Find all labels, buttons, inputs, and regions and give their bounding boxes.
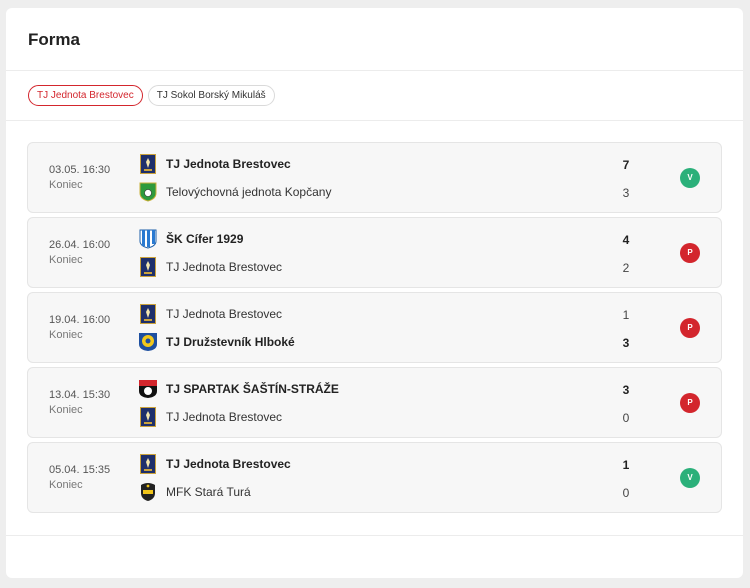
divider bbox=[6, 120, 743, 121]
away-team: TJ Jednota Brestovec bbox=[138, 406, 282, 428]
away-team-name: Telovýchovná jednota Kopčany bbox=[166, 185, 332, 199]
away-team: TJ Jednota Brestovec bbox=[138, 256, 282, 278]
home-score: 4 bbox=[622, 233, 630, 247]
result-badge: V bbox=[680, 468, 700, 488]
brestovec-crest-icon bbox=[138, 304, 158, 324]
match-row[interactable]: 26.04. 16:00 Koniec ŠK Cífer 1929 TJ Jed… bbox=[27, 217, 722, 288]
hlboke-crest-icon bbox=[138, 332, 158, 352]
home-team-name: ŠK Cífer 1929 bbox=[166, 232, 244, 246]
match-list: 03.05. 16:30 Koniec TJ Jednota Brestovec… bbox=[27, 142, 722, 517]
match-row[interactable]: 05.04. 15:35 Koniec TJ Jednota Brestovec… bbox=[27, 442, 722, 513]
section-title: Forma bbox=[28, 30, 80, 49]
divider bbox=[6, 70, 743, 71]
result-badge: P bbox=[680, 243, 700, 263]
brestovec-crest-icon bbox=[138, 154, 158, 174]
away-team-name: TJ Jednota Brestovec bbox=[166, 410, 283, 424]
home-team-name: TJ Jednota Brestovec bbox=[166, 457, 291, 471]
home-team: TJ Jednota Brestovec bbox=[138, 153, 291, 175]
tab-away-team[interactable]: TJ Sokol Borský Mikuláš bbox=[147, 85, 275, 106]
home-team-name: TJ SPARTAK ŠAŠTÍN-STRÁŽE bbox=[166, 382, 339, 396]
brestovec-crest-icon bbox=[138, 454, 158, 474]
match-date: 19.04. 16:00 bbox=[49, 314, 111, 326]
cifer-crest-icon bbox=[138, 229, 158, 249]
match-status: Koniec bbox=[49, 179, 83, 191]
away-score: 2 bbox=[622, 261, 630, 275]
home-score: 3 bbox=[622, 383, 630, 397]
home-team: ŠK Cífer 1929 bbox=[138, 228, 243, 250]
home-team: TJ SPARTAK ŠAŠTÍN-STRÁŽE bbox=[138, 378, 339, 400]
team-tabs: TJ Jednota Brestovec TJ Sokol Borský Mik… bbox=[28, 85, 275, 106]
home-team: TJ Jednota Brestovec bbox=[138, 303, 282, 325]
kopcany-crest-icon bbox=[138, 182, 158, 202]
away-team: TJ Družstevník Hlboké bbox=[138, 331, 295, 353]
match-status: Koniec bbox=[49, 329, 83, 341]
brestovec-crest-icon bbox=[138, 257, 158, 277]
home-team: TJ Jednota Brestovec bbox=[138, 453, 291, 475]
away-team: MFK Stará Turá bbox=[138, 481, 251, 503]
match-date: 13.04. 15:30 bbox=[49, 389, 111, 401]
match-date: 05.04. 15:35 bbox=[49, 464, 111, 476]
away-score: 0 bbox=[622, 486, 630, 500]
stara-tura-crest-icon bbox=[138, 482, 158, 502]
home-score: 1 bbox=[622, 308, 630, 322]
tab-home-team[interactable]: TJ Jednota Brestovec bbox=[28, 85, 143, 106]
home-team-name: TJ Jednota Brestovec bbox=[166, 157, 291, 171]
match-status: Koniec bbox=[49, 479, 83, 491]
match-status: Koniec bbox=[49, 404, 83, 416]
home-score: 7 bbox=[622, 158, 630, 172]
form-card: Forma TJ Jednota Brestovec TJ Sokol Bors… bbox=[6, 8, 743, 578]
sastin-crest-icon bbox=[138, 379, 158, 399]
result-badge: P bbox=[680, 393, 700, 413]
home-score: 1 bbox=[622, 458, 630, 472]
away-score: 0 bbox=[622, 411, 630, 425]
match-status: Koniec bbox=[49, 254, 83, 266]
away-team-name: TJ Jednota Brestovec bbox=[166, 260, 283, 274]
result-badge: V bbox=[680, 168, 700, 188]
away-team-name: MFK Stará Turá bbox=[166, 485, 251, 499]
match-row[interactable]: 13.04. 15:30 Koniec TJ SPARTAK ŠAŠTÍN-ST… bbox=[27, 367, 722, 438]
match-date: 26.04. 16:00 bbox=[49, 239, 111, 251]
match-row[interactable]: 19.04. 16:00 Koniec TJ Jednota Brestovec… bbox=[27, 292, 722, 363]
match-row[interactable]: 03.05. 16:30 Koniec TJ Jednota Brestovec… bbox=[27, 142, 722, 213]
home-team-name: TJ Jednota Brestovec bbox=[166, 307, 283, 321]
result-badge: P bbox=[680, 318, 700, 338]
away-team: Telovýchovná jednota Kopčany bbox=[138, 181, 331, 203]
away-team-name: TJ Družstevník Hlboké bbox=[166, 335, 295, 349]
brestovec-crest-icon bbox=[138, 407, 158, 427]
match-date: 03.05. 16:30 bbox=[49, 164, 111, 176]
away-score: 3 bbox=[622, 186, 630, 200]
away-score: 3 bbox=[622, 336, 630, 350]
divider bbox=[6, 535, 743, 536]
